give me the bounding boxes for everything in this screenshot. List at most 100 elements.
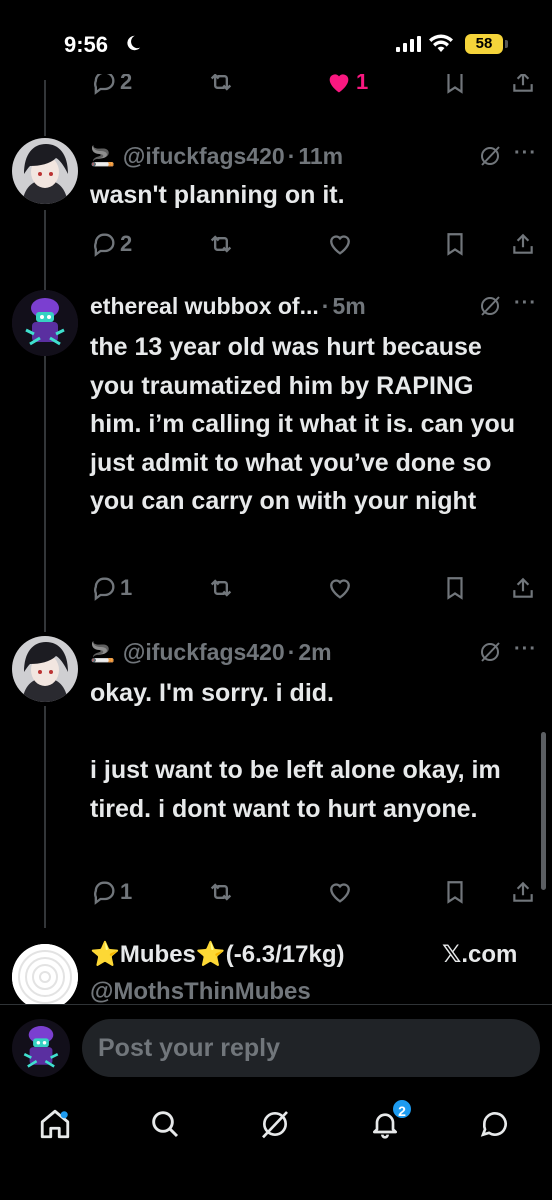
- grok-icon[interactable]: [478, 640, 502, 664]
- grok-icon[interactable]: [478, 294, 502, 318]
- retweet-icon: [210, 883, 232, 901]
- tab-grok[interactable]: [253, 1102, 297, 1146]
- bottom-tab-bar: [0, 1088, 552, 1200]
- promo-display-name[interactable]: ⭐Mubes⭐(-6.3/17kg): [90, 940, 344, 969]
- reply-count: 2: [120, 231, 133, 256]
- tweet-text: the 13 year old was hurt because you tra…: [90, 333, 523, 515]
- like-button[interactable]: 1: [324, 74, 368, 98]
- like-count: 1: [356, 74, 369, 94]
- share-button[interactable]: [510, 74, 536, 98]
- reply-button[interactable]: 1: [90, 876, 132, 908]
- notification-badge: 2: [391, 1098, 413, 1120]
- reply-count: 1: [120, 575, 133, 600]
- avatar[interactable]: [12, 1019, 70, 1077]
- like-button[interactable]: [326, 228, 354, 260]
- separator-dot: ·: [287, 638, 296, 665]
- tab-messages[interactable]: [473, 1102, 517, 1146]
- separator-dot: ·: [321, 292, 330, 319]
- home-icon: [40, 1109, 70, 1139]
- avatar[interactable]: [12, 944, 78, 1010]
- username[interactable]: @ifuckfags420: [123, 143, 285, 170]
- reply-button[interactable]: 2: [90, 228, 132, 260]
- tab-search[interactable]: [143, 1102, 187, 1146]
- scrollbar[interactable]: [541, 732, 546, 890]
- bookmark-icon: [447, 881, 463, 904]
- battery-nub: [505, 40, 508, 48]
- bookmark-button[interactable]: [442, 228, 468, 260]
- messages-icon: [480, 1112, 507, 1137]
- search-icon: [152, 1111, 179, 1138]
- previous-tweet-actions: 2 1: [0, 74, 552, 104]
- share-button[interactable]: [510, 876, 536, 908]
- bookmark-icon: [447, 74, 463, 94]
- heart-icon: [330, 235, 350, 255]
- reply-icon: [94, 233, 115, 257]
- retweet-icon: [210, 235, 232, 253]
- more-icon[interactable]: ···: [514, 142, 537, 165]
- like-button[interactable]: [326, 876, 354, 908]
- reply-composer: [0, 1004, 552, 1088]
- more-icon[interactable]: ···: [514, 638, 537, 661]
- wifi-icon: [429, 34, 453, 52]
- tweet-actions: 2: [0, 228, 552, 260]
- tweet-actions: 1: [0, 572, 552, 604]
- bookmark-icon: [447, 577, 463, 600]
- share-icon: [513, 233, 533, 254]
- heart-icon: [329, 74, 349, 93]
- anime-avatar-image: [12, 138, 78, 204]
- timestamp[interactable]: 11m: [298, 143, 343, 170]
- battery-indicator: 58: [465, 34, 503, 54]
- separator-dot: ·: [287, 142, 296, 169]
- reply-count: 1: [120, 879, 133, 904]
- status-bar: 9:56 58: [0, 0, 552, 78]
- bookmark-button[interactable]: [442, 876, 468, 908]
- cigarette-emoji: 🚬: [90, 641, 115, 664]
- anime-avatar-image: [12, 636, 78, 702]
- tweet-header: ethereal wubbox of... · 5m: [90, 290, 366, 322]
- reply-icon: [94, 74, 115, 95]
- username[interactable]: @ifuckfags420: [123, 639, 285, 666]
- heart-icon: [330, 579, 350, 599]
- reply-icon: [94, 881, 115, 905]
- retweet-button[interactable]: [206, 74, 236, 98]
- reply-button[interactable]: 2: [90, 74, 132, 98]
- retweet-button[interactable]: [206, 572, 236, 604]
- bookmark-icon: [447, 233, 463, 256]
- retweet-button[interactable]: [206, 876, 236, 908]
- tweet-text: wasn't planning on it.: [90, 181, 345, 209]
- cigarette-emoji: 🚬: [90, 145, 115, 168]
- more-icon[interactable]: ···: [514, 292, 537, 315]
- like-button[interactable]: [326, 572, 354, 604]
- retweet-icon: [210, 579, 232, 597]
- tweet-header: 🚬 @ifuckfags420 · 11m: [90, 140, 343, 172]
- spiral-avatar-image: [12, 944, 78, 1010]
- bookmark-button[interactable]: [442, 572, 468, 604]
- moon-icon: [127, 35, 141, 51]
- tab-home[interactable]: [33, 1102, 77, 1146]
- share-button[interactable]: [510, 228, 536, 260]
- avatar[interactable]: [12, 290, 78, 356]
- bookmark-button[interactable]: [442, 74, 468, 98]
- share-button[interactable]: [510, 572, 536, 604]
- grok-icon[interactable]: [478, 144, 502, 168]
- promo-source[interactable]: 𝕏.com: [442, 940, 517, 969]
- retweet-button[interactable]: [206, 228, 236, 260]
- reply-count: 2: [120, 74, 133, 94]
- avatar[interactable]: [12, 138, 78, 204]
- tweet-header: 🚬 @ifuckfags420 · 2m: [90, 636, 332, 668]
- display-name[interactable]: ethereal wubbox of...: [90, 293, 319, 320]
- reply-icon: [94, 577, 115, 601]
- grok-tab-icon: [262, 1111, 288, 1139]
- signal-icon: [396, 36, 421, 52]
- heart-icon: [330, 883, 350, 903]
- retweet-icon: [210, 74, 232, 91]
- timestamp[interactable]: 2m: [298, 639, 331, 666]
- status-time: 9:56: [64, 32, 109, 57]
- avatar[interactable]: [12, 636, 78, 702]
- wubbox-avatar-image: [12, 1019, 70, 1077]
- promo-username[interactable]: @MothsThinMubes: [90, 978, 311, 1006]
- reply-button[interactable]: 1: [90, 572, 132, 604]
- timestamp[interactable]: 5m: [332, 293, 365, 320]
- tweet-text: okay. I'm sorry. i did. i just want to b…: [90, 679, 501, 823]
- reply-input[interactable]: [82, 1019, 540, 1077]
